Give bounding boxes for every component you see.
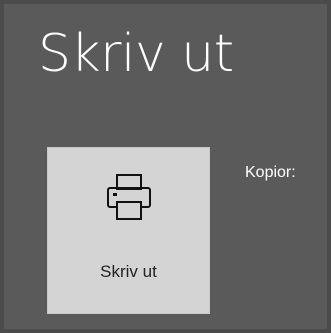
print-button[interactable]: Skriv ut [47, 147, 210, 314]
printer-icon [105, 173, 153, 223]
copies-label: Kopior: [245, 164, 296, 181]
print-button-label: Skriv ut [100, 262, 157, 281]
page-title: Skriv ut [38, 24, 234, 84]
